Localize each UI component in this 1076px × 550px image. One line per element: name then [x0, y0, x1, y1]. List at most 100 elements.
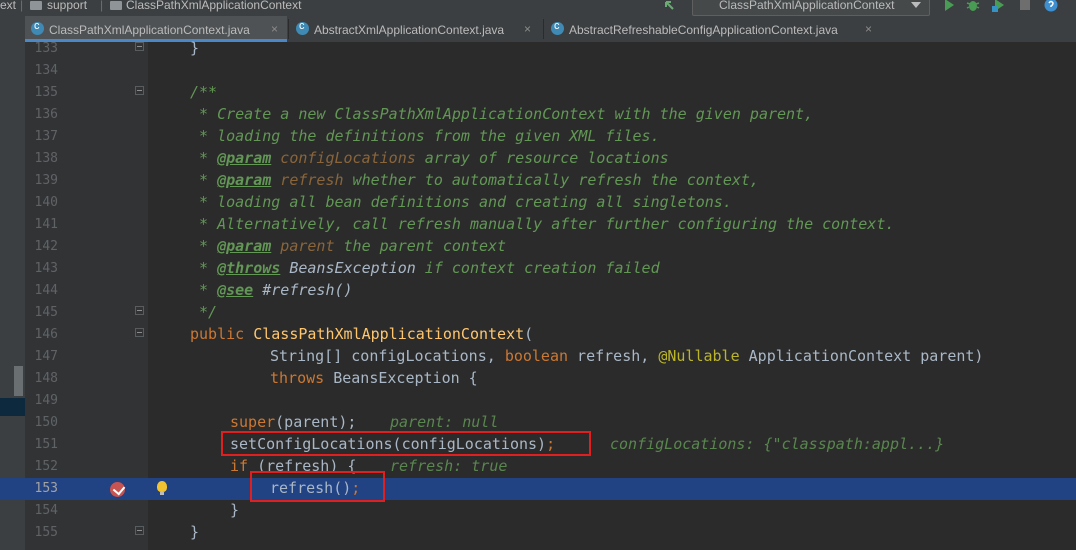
javadoc-tag: @see: [217, 281, 254, 299]
line-number: 135: [34, 85, 58, 100]
javadoc-text: if context creation failed: [415, 259, 660, 277]
close-icon[interactable]: ×: [865, 22, 872, 36]
keyword: throws: [270, 369, 325, 387]
javadoc-text: *: [190, 237, 218, 255]
javadoc-text: array of resource locations: [415, 149, 669, 167]
class-icon: [110, 1, 122, 10]
code-line: 141 * Alternatively, call refresh manual…: [0, 214, 1076, 236]
debug-icon[interactable]: [966, 0, 980, 12]
code-text: (: [524, 325, 534, 343]
line-number: 145: [34, 305, 58, 320]
highlight-box: [221, 431, 591, 456]
fold-marker-icon[interactable]: [135, 526, 144, 535]
tab-label: AbstractRefreshableConfigApplicationCont…: [569, 23, 838, 37]
close-icon[interactable]: ×: [271, 22, 278, 36]
code-line: 140 * loading all bean definitions and c…: [0, 192, 1076, 214]
line-number: 141: [34, 217, 58, 232]
javadoc-text: the parent context: [334, 237, 507, 255]
code-line: 152 if (refresh) { refresh: true: [0, 456, 1076, 478]
debug-inline-value: refresh: true: [390, 457, 508, 475]
line-number: 155: [34, 525, 58, 540]
breadcrumb-class[interactable]: ClassPathXmlApplicationContext: [126, 0, 301, 12]
javadoc-tag: @param: [217, 237, 272, 255]
line-number: 152: [34, 459, 58, 474]
lightbulb-icon[interactable]: [157, 481, 167, 495]
back-arrow-icon[interactable]: [664, 0, 678, 12]
run-configuration-select[interactable]: ClassPathXmlApplicationContext: [692, 0, 930, 16]
line-number: 137: [34, 129, 58, 144]
code-line: 154 }: [0, 500, 1076, 522]
breadcrumb-separator: |: [20, 0, 24, 12]
javadoc-text: /**: [190, 83, 218, 101]
folder-icon: [30, 1, 42, 10]
code-line: 145 */: [0, 302, 1076, 324]
javadoc-text: * loading all bean definitions and creat…: [190, 193, 732, 211]
breadcrumb-ext[interactable]: ext: [0, 0, 16, 12]
fold-marker-icon[interactable]: [135, 306, 144, 315]
javadoc-param: refresh: [271, 171, 344, 189]
javadoc-tag: @param: [217, 149, 272, 167]
code-line: 136 * Create a new ClassPathXmlApplicati…: [0, 104, 1076, 126]
javadoc-text: * Create a new ClassPathXmlApplicationCo…: [190, 105, 814, 123]
line-number: 139: [34, 173, 58, 188]
breakpoint-icon[interactable]: [110, 482, 125, 497]
code-text: (parent);: [275, 413, 357, 431]
javadoc-text: whether to automatically refresh the con…: [343, 171, 759, 189]
code-line: 143 * @throws BeansException if context …: [0, 258, 1076, 280]
breadcrumb-support[interactable]: support: [47, 0, 87, 12]
line-number: 153: [34, 481, 58, 496]
line-number: 140: [34, 195, 58, 210]
fold-marker-icon[interactable]: [135, 86, 144, 95]
code-line: 137 * loading the definitions from the g…: [0, 126, 1076, 148]
line-number: 151: [34, 437, 58, 452]
javadoc-text: *: [190, 171, 218, 189]
java-class-icon: [551, 20, 564, 35]
javadoc-reference: #refresh(): [253, 281, 353, 299]
line-number: 142: [34, 239, 58, 254]
keyword: public: [190, 325, 254, 343]
breadcrumb-separator: |: [100, 0, 104, 12]
line-number: 143: [34, 261, 58, 276]
line-number: 149: [34, 393, 58, 408]
fold-marker-icon[interactable]: [135, 328, 144, 337]
code-line: 139 * @param refresh whether to automati…: [0, 170, 1076, 192]
code-text: BeansException {: [324, 369, 478, 387]
javadoc-param: parent: [271, 237, 335, 255]
code-line: 151 setConfigLocations(configLocations);…: [0, 431, 1076, 456]
javadoc-reference: BeansException: [280, 259, 416, 277]
java-class-icon: [31, 20, 44, 35]
javadoc-tag: @param: [217, 171, 272, 189]
debug-inline-value: parent: null: [390, 413, 499, 431]
chevron-down-icon: [911, 2, 921, 8]
highlight-box: [250, 471, 385, 502]
code-line: 138 * @param configLocations array of re…: [0, 148, 1076, 170]
javadoc-text: */: [190, 303, 218, 321]
code-line: 148 throws BeansException {: [0, 368, 1076, 390]
stop-icon[interactable]: [1018, 0, 1032, 12]
line-number: 147: [34, 349, 58, 364]
line-number: 133: [34, 41, 58, 56]
javadoc-tag: @throws: [217, 259, 281, 277]
code-line: 155 }: [0, 522, 1076, 544]
line-number: 134: [34, 63, 58, 78]
run-icon[interactable]: [942, 0, 956, 12]
code-text: ApplicationContext parent): [739, 347, 984, 365]
code-line: 135 /**: [0, 82, 1076, 104]
code-line: 149: [0, 390, 1076, 412]
javadoc-param: configLocations: [271, 149, 416, 167]
fold-marker-icon[interactable]: [135, 42, 144, 51]
coverage-icon[interactable]: [992, 0, 1006, 12]
java-class-icon: [296, 20, 309, 35]
close-icon[interactable]: ×: [524, 22, 531, 36]
line-number: 138: [34, 151, 58, 166]
tab-label: AbstractXmlApplicationContext.java: [314, 23, 505, 37]
annotation: @Nullable: [658, 347, 740, 365]
line-number: 150: [34, 415, 58, 430]
run-configuration-label: ClassPathXmlApplicationContext: [719, 0, 895, 12]
code-text: refresh,: [568, 347, 659, 365]
code-text: String[] configLocations,: [270, 347, 505, 365]
javadoc-text: *: [190, 259, 218, 277]
code-line: 142 * @param parent the parent context: [0, 236, 1076, 258]
help-icon[interactable]: [1044, 0, 1058, 12]
javadoc-text: *: [190, 281, 218, 299]
